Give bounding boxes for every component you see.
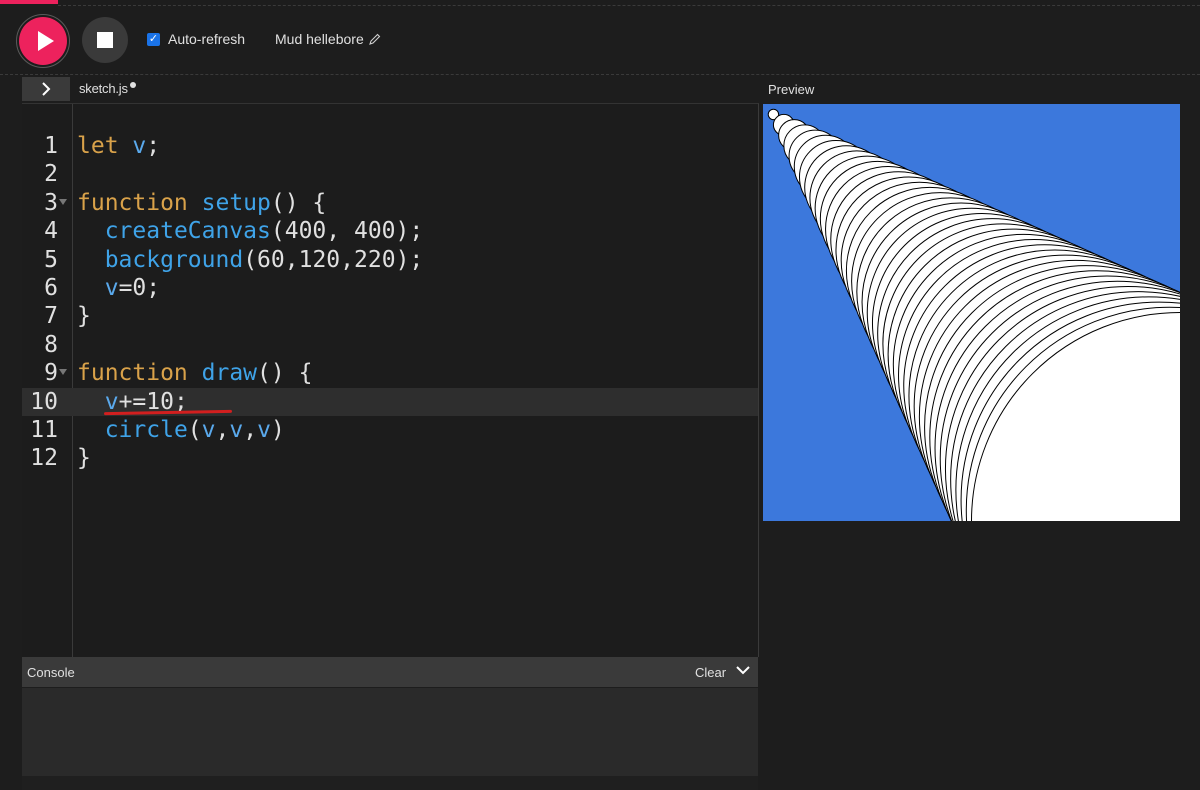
file-tab[interactable]: sketch.js (79, 81, 136, 96)
line-number: 10 (30, 388, 58, 415)
sketch-name-label: Mud hellebore (275, 31, 364, 47)
file-tab-label: sketch.js (79, 81, 128, 96)
line-number: 6 (44, 274, 58, 301)
console-clear-button[interactable]: Clear (695, 665, 726, 680)
preview-label: Preview (768, 82, 815, 97)
stop-icon (97, 32, 113, 48)
header-divider (0, 74, 1200, 75)
line-number: 2 (44, 161, 58, 188)
code-text: } (77, 445, 91, 472)
top-accent-bar (0, 0, 58, 4)
toolbar-border (58, 5, 1200, 6)
code-editor[interactable]: 1 let v; 2 3 function setup() { 4 createCanva… (22, 103, 759, 657)
auto-refresh-checkbox[interactable]: ✓ (147, 32, 160, 46)
line-number: 12 (30, 445, 58, 472)
expand-sidebar-button[interactable] (22, 77, 70, 101)
preview-canvas[interactable] (763, 104, 1180, 521)
console-input[interactable] (22, 776, 758, 790)
unsaved-indicator (129, 82, 136, 88)
line-number: 4 (44, 218, 58, 245)
auto-refresh-toggle[interactable]: ✓ Auto-refresh (147, 31, 245, 47)
code-text: let v; (77, 133, 161, 159)
line-number: 7 (44, 303, 58, 330)
code-text: background(60,120,220); (104, 246, 424, 273)
line-number: 3 (44, 189, 58, 216)
sketch-output (763, 104, 1180, 521)
play-button[interactable] (16, 14, 70, 68)
line-number: 1 (44, 133, 58, 159)
play-icon (37, 31, 54, 51)
console-title: Console (27, 665, 75, 680)
code-text: v=0; (104, 274, 161, 301)
chevron-right-icon (42, 82, 51, 96)
line-number: 11 (30, 416, 58, 443)
fold-arrow-icon[interactable] (59, 369, 67, 376)
code-text: function draw() { (77, 360, 313, 387)
code-text: createCanvas(400, 400); (104, 218, 424, 245)
fold-arrow-icon[interactable] (59, 198, 67, 205)
line-number: 5 (44, 246, 58, 273)
code-text: } (77, 303, 91, 330)
chevron-down-icon[interactable] (735, 663, 751, 681)
console-header: Console Clear (22, 657, 758, 687)
line-number: 8 (44, 331, 58, 358)
pencil-icon[interactable] (368, 33, 381, 45)
code-text: circle(v,v,v) (104, 416, 285, 443)
sketch-name[interactable]: Mud hellebore (275, 31, 381, 47)
code-text: function setup() { (77, 189, 327, 216)
console-output (22, 688, 758, 790)
stop-button[interactable] (82, 17, 128, 63)
line-number: 9 (44, 360, 58, 387)
auto-refresh-label: Auto-refresh (168, 31, 246, 47)
